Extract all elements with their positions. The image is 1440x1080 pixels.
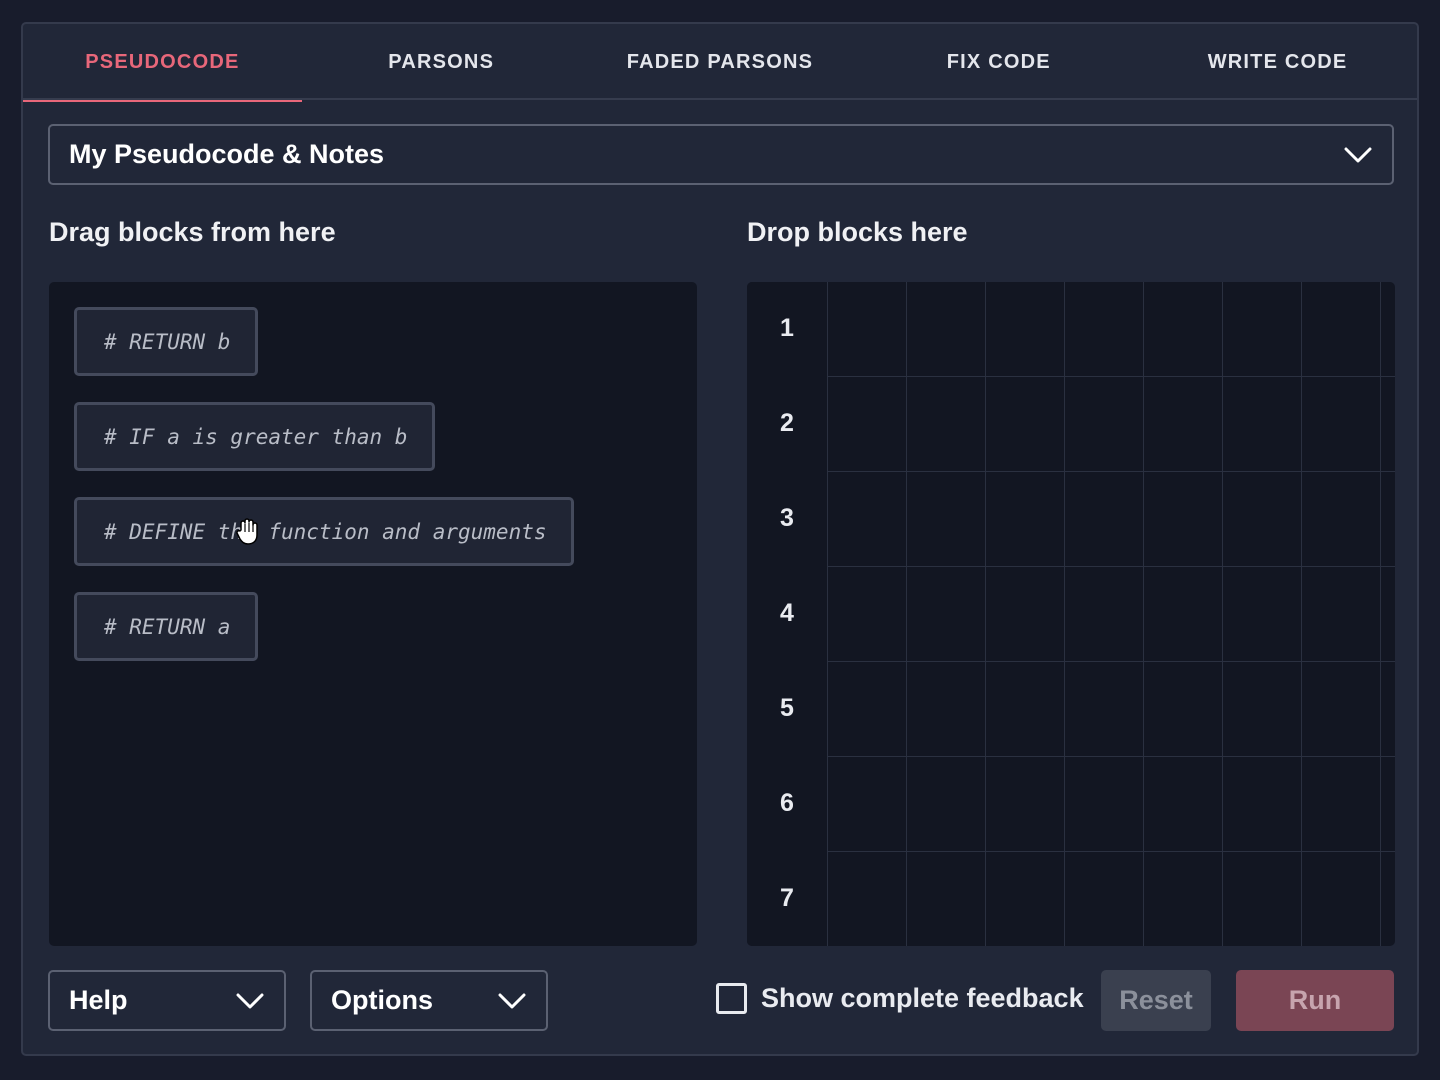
help-dropdown[interactable]: Help xyxy=(48,970,286,1031)
notes-select-label: My Pseudocode & Notes xyxy=(69,139,385,169)
line-number: 4 xyxy=(780,599,794,627)
help-label: Help xyxy=(69,985,128,1015)
grab-hand-icon xyxy=(236,518,258,545)
exercise-panel: PSEUDOCODE PARSONS FADED PARSONS FIX COD… xyxy=(21,22,1419,1056)
feedback-label: Show complete feedback xyxy=(761,983,1084,1013)
target-heading: Drop blocks here xyxy=(747,217,968,247)
reset-button[interactable]: Reset xyxy=(1101,970,1211,1031)
line-number: 3 xyxy=(780,504,794,532)
line-number: 6 xyxy=(780,789,794,817)
drop-grid[interactable] xyxy=(827,282,1395,946)
run-button[interactable]: Run xyxy=(1236,970,1394,1031)
chevron-down-icon xyxy=(1344,147,1372,163)
options-dropdown[interactable]: Options xyxy=(310,970,548,1031)
code-block[interactable]: # RETURN b xyxy=(74,307,258,376)
tab-pseudocode[interactable]: PSEUDOCODE xyxy=(23,24,302,102)
feedback-checkbox[interactable] xyxy=(716,983,747,1014)
line-number: 2 xyxy=(780,409,794,437)
code-block[interactable]: # RETURN a xyxy=(74,592,258,661)
tab-fix-code[interactable]: FIX CODE xyxy=(859,24,1138,100)
code-block[interactable]: # DEFINE the function and arguments xyxy=(74,497,574,566)
feedback-toggle[interactable]: Show complete feedback xyxy=(716,983,1084,1014)
code-block[interactable]: # IF a is greater than b xyxy=(74,402,435,471)
source-heading: Drag blocks from here xyxy=(49,217,336,247)
options-label: Options xyxy=(331,985,433,1015)
notes-select[interactable]: My Pseudocode & Notes xyxy=(48,124,1394,185)
drop-area[interactable]: 1 2 3 4 5 6 7 xyxy=(747,282,1395,946)
chevron-down-icon xyxy=(498,993,526,1009)
mode-tabs: PSEUDOCODE PARSONS FADED PARSONS FIX COD… xyxy=(23,24,1417,102)
tab-parsons[interactable]: PARSONS xyxy=(302,24,581,100)
line-number: 5 xyxy=(780,694,794,722)
tab-write-code[interactable]: WRITE CODE xyxy=(1138,24,1417,100)
line-number: 1 xyxy=(780,314,794,342)
tab-faded-parsons[interactable]: FADED PARSONS xyxy=(581,24,860,100)
source-block-area[interactable]: # RETURN b # IF a is greater than b # DE… xyxy=(49,282,697,946)
chevron-down-icon xyxy=(236,993,264,1009)
line-number-gutter: 1 2 3 4 5 6 7 xyxy=(747,282,827,946)
line-number: 7 xyxy=(780,884,794,912)
